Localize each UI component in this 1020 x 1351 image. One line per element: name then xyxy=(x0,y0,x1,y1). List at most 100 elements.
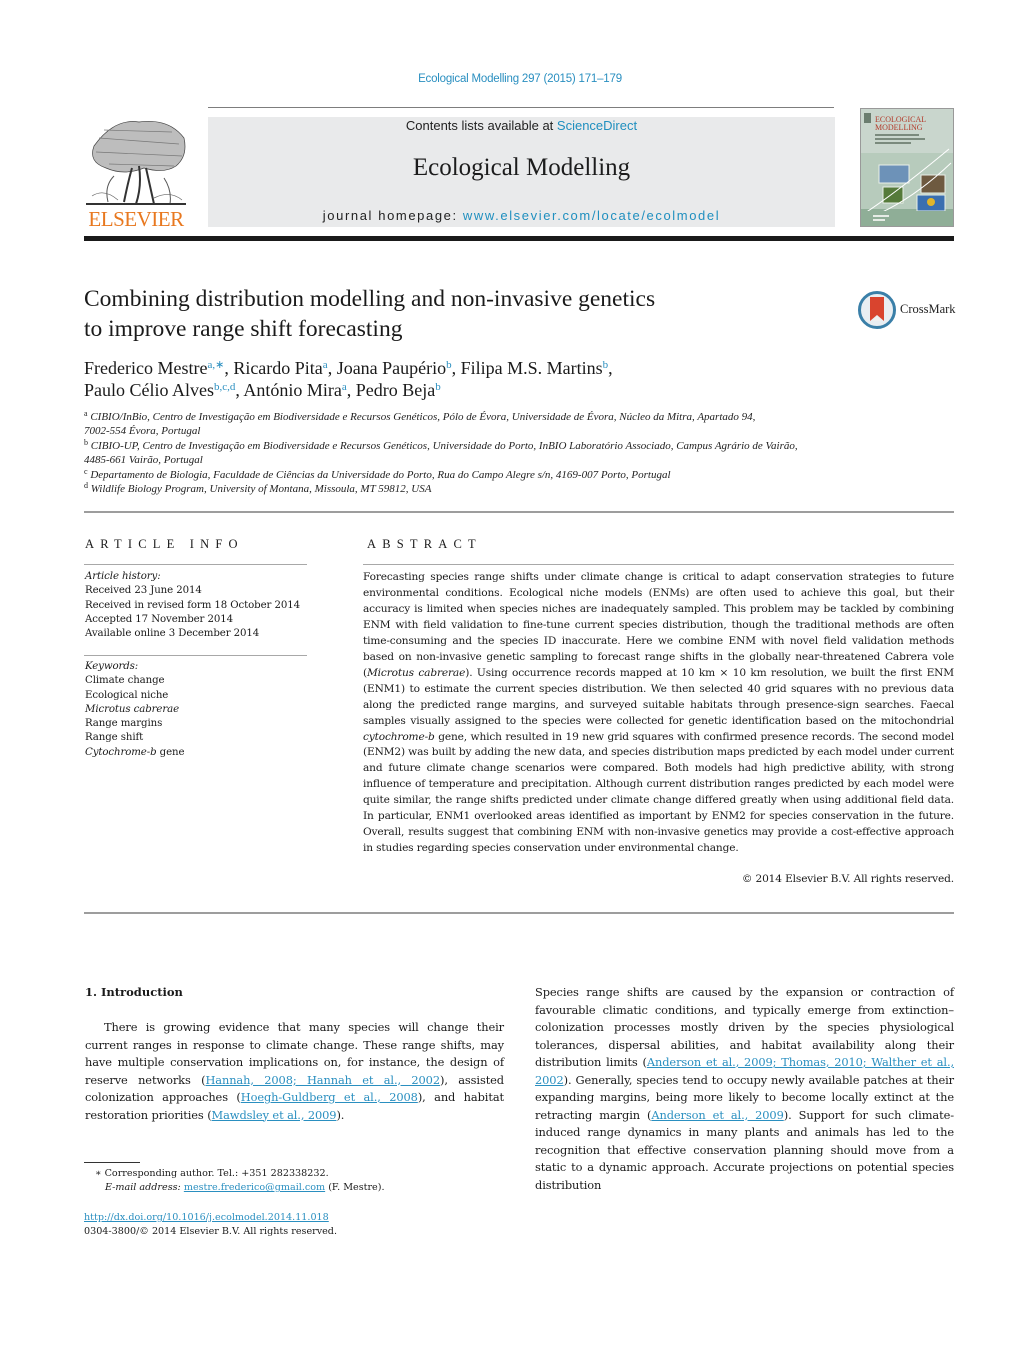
doi-link[interactable]: http://dx.doi.org/10.1016/j.ecolmodel.20… xyxy=(84,1212,329,1223)
corresponding-author-text: Corresponding author. Tel.: +351 2823382… xyxy=(104,1168,329,1179)
homepage-prefix: journal homepage: xyxy=(322,208,463,223)
info-divider xyxy=(84,655,307,656)
author-name[interactable]: Paulo Célio Alves xyxy=(84,380,214,400)
introduction-right-column: Species range shifts are caused by the e… xyxy=(535,984,954,1194)
info-divider xyxy=(84,564,307,565)
affiliation-text: CIBIO/InBio, Centro de Investigação em B… xyxy=(90,411,756,423)
crossmark-icon xyxy=(858,291,896,329)
keyword-item: Range margins xyxy=(85,718,163,730)
citation-link[interactable]: Hoegh-Guldberg et al., 2008 xyxy=(241,1090,418,1104)
abstract-divider xyxy=(363,564,954,565)
keyword-italic-part: Cytochrome-b xyxy=(85,746,157,758)
crossmark-button[interactable]: CrossMark xyxy=(858,291,958,331)
author-name[interactable]: Joana Paupério xyxy=(337,358,446,378)
crossmark-label: CrossMark xyxy=(900,302,956,316)
keyword-item: Ecological niche xyxy=(85,689,169,701)
author-name[interactable]: António Mira xyxy=(243,380,342,400)
affiliation-text: Departamento de Biologia, Faculdade de C… xyxy=(90,468,671,481)
keywords: Keywords: Climate change Ecological nich… xyxy=(85,660,310,760)
article-history-label: Article history: xyxy=(85,571,161,582)
keyword-item: Climate change xyxy=(85,675,165,687)
article-info-heading: ARTICLE INFO xyxy=(85,537,244,551)
contents-prefix: Contents lists available at xyxy=(405,118,557,133)
email-suffix: (F. Mestre). xyxy=(325,1182,385,1194)
section-divider xyxy=(84,912,954,914)
abstract-segment: gene, which resulted in 19 new grid squa… xyxy=(363,730,954,855)
issn-copyright: 0304-3800/© 2014 Elsevier B.V. All right… xyxy=(84,1226,337,1238)
footnotes: ∗ Corresponding author. Tel.: +351 28233… xyxy=(84,1167,504,1196)
keywords-label: Keywords: xyxy=(85,661,139,672)
contents-line: Contents lists available at ScienceDirec… xyxy=(208,117,835,134)
affiliation-text: CIBIO-UP, Centro de Investigação em Biod… xyxy=(90,439,798,452)
doi-block: http://dx.doi.org/10.1016/j.ecolmodel.20… xyxy=(84,1211,504,1240)
elsevier-wordmark: ELSEVIER xyxy=(88,207,184,231)
author-name[interactable]: Frederico Mestre xyxy=(84,358,207,378)
section-divider xyxy=(84,511,954,513)
abstract-text: Forecasting species range shifts under c… xyxy=(363,570,954,857)
citation-link[interactable]: Mawdsley et al., 2009 xyxy=(212,1108,337,1122)
affiliation-item: b CIBIO-UP, Centro de Investigação em Bi… xyxy=(84,437,944,453)
author-separator: , xyxy=(224,358,234,378)
author-affiliation-marker[interactable]: b xyxy=(435,381,441,393)
keyword-suffix: gene xyxy=(156,746,185,758)
author-separator: , xyxy=(608,358,613,378)
journal-homepage-link[interactable]: www.elsevier.com/locate/ecolmodel xyxy=(463,208,720,223)
elsevier-logo[interactable]: ELSEVIER xyxy=(84,116,188,231)
author-affiliation-marker[interactable]: b,c,d xyxy=(214,381,235,393)
affiliation-key: c xyxy=(84,466,88,476)
svg-text:MODELLING: MODELLING xyxy=(875,123,923,132)
history-item: Available online 3 December 2014 xyxy=(85,628,260,640)
author-name[interactable]: Pedro Beja xyxy=(356,380,435,400)
journal-cover-image[interactable]: ECOLOGICAL MODELLING xyxy=(860,108,954,227)
abstract-heading: ABSTRACT xyxy=(367,537,482,551)
author-line: Frederico Mestrea,∗, Ricardo Pitaa, Joan… xyxy=(84,357,804,379)
history-item: Received 23 June 2014 xyxy=(85,585,202,597)
homepage-line: journal homepage: www.elsevier.com/locat… xyxy=(208,207,835,224)
article-title: Combining distribution modelling and non… xyxy=(84,284,784,344)
article-title-line: Combining distribution modelling and non… xyxy=(84,286,656,312)
author-affiliation-marker[interactable]: a,∗ xyxy=(207,359,224,371)
affiliation-item: c Departamento de Biologia, Faculdade de… xyxy=(84,466,944,482)
affiliation-item: d Wildlife Biology Program, University o… xyxy=(84,482,944,496)
affiliation-key: b xyxy=(84,437,88,447)
abstract-gene-name: cytochrome-b xyxy=(363,730,435,743)
affiliation-text: Wildlife Biology Program, University of … xyxy=(90,483,432,496)
header-thick-rule xyxy=(84,236,954,241)
citation-link[interactable]: Hannah, 2008; Hannah et al., 2002 xyxy=(205,1073,440,1087)
article-title-line: to improve range shift forecasting xyxy=(84,316,403,342)
footnote-star: ∗ xyxy=(95,1168,102,1179)
affiliation-item-continued: 7002-554 Évora, Portugal xyxy=(84,425,201,438)
author-name[interactable]: Filipa M.S. Martins xyxy=(461,358,603,378)
email-note: E-mail address: mestre.frederico@gmail.c… xyxy=(84,1181,504,1195)
keyword-item: Cytochrome-b gene xyxy=(85,746,310,760)
author-separator: , xyxy=(346,380,356,400)
keyword-item: Microtus cabrerae xyxy=(85,703,179,715)
abstract-segment: Forecasting species range shifts under c… xyxy=(363,571,954,679)
sciencedirect-link[interactable]: ScienceDirect xyxy=(557,118,637,133)
corresponding-author-note: ∗ Corresponding author. Tel.: +351 28233… xyxy=(84,1167,504,1181)
email-link[interactable]: mestre.frederico@gmail.com xyxy=(184,1182,325,1193)
abstract-species-name: Microtus cabrerae xyxy=(366,666,466,679)
affiliation-key: d xyxy=(84,481,88,491)
author-separator: , xyxy=(451,358,461,378)
journal-reference-link[interactable]: Ecological Modelling 297 (2015) 171–179 xyxy=(0,73,1020,85)
history-item: Received in revised form 18 October 2014 xyxy=(85,599,300,611)
footnote-rule xyxy=(84,1162,140,1163)
affiliation-list: a CIBIO/InBio, Centro de Investigação em… xyxy=(84,410,944,496)
citation-link[interactable]: Anderson et al., 2009 xyxy=(651,1108,783,1122)
elsevier-tree-icon xyxy=(86,121,186,205)
article-history: Article history: Received 23 June 2014 R… xyxy=(85,570,310,641)
introduction-heading: 1. Introduction xyxy=(85,985,183,999)
journal-name: Ecological Modelling xyxy=(412,154,631,181)
affiliation-key: a xyxy=(84,409,88,418)
author-name[interactable]: Ricardo Pita xyxy=(233,358,322,378)
keyword-item: Range shift xyxy=(85,732,144,744)
history-item: Accepted 17 November 2014 xyxy=(85,613,233,625)
body-text: ). xyxy=(336,1107,345,1122)
affiliation-item: a CIBIO/InBio, Centro de Investigação em… xyxy=(84,410,944,424)
abstract-copyright: © 2014 Elsevier B.V. All rights reserved… xyxy=(741,873,954,885)
author-line: Paulo Célio Alvesb,c,d, António Miraa, P… xyxy=(84,379,804,401)
affiliation-item-continued: 4485-661 Vairão, Portugal xyxy=(84,454,203,467)
email-label: E-mail address: xyxy=(105,1182,181,1194)
author-list: Frederico Mestrea,∗, Ricardo Pitaa, Joan… xyxy=(84,357,804,401)
